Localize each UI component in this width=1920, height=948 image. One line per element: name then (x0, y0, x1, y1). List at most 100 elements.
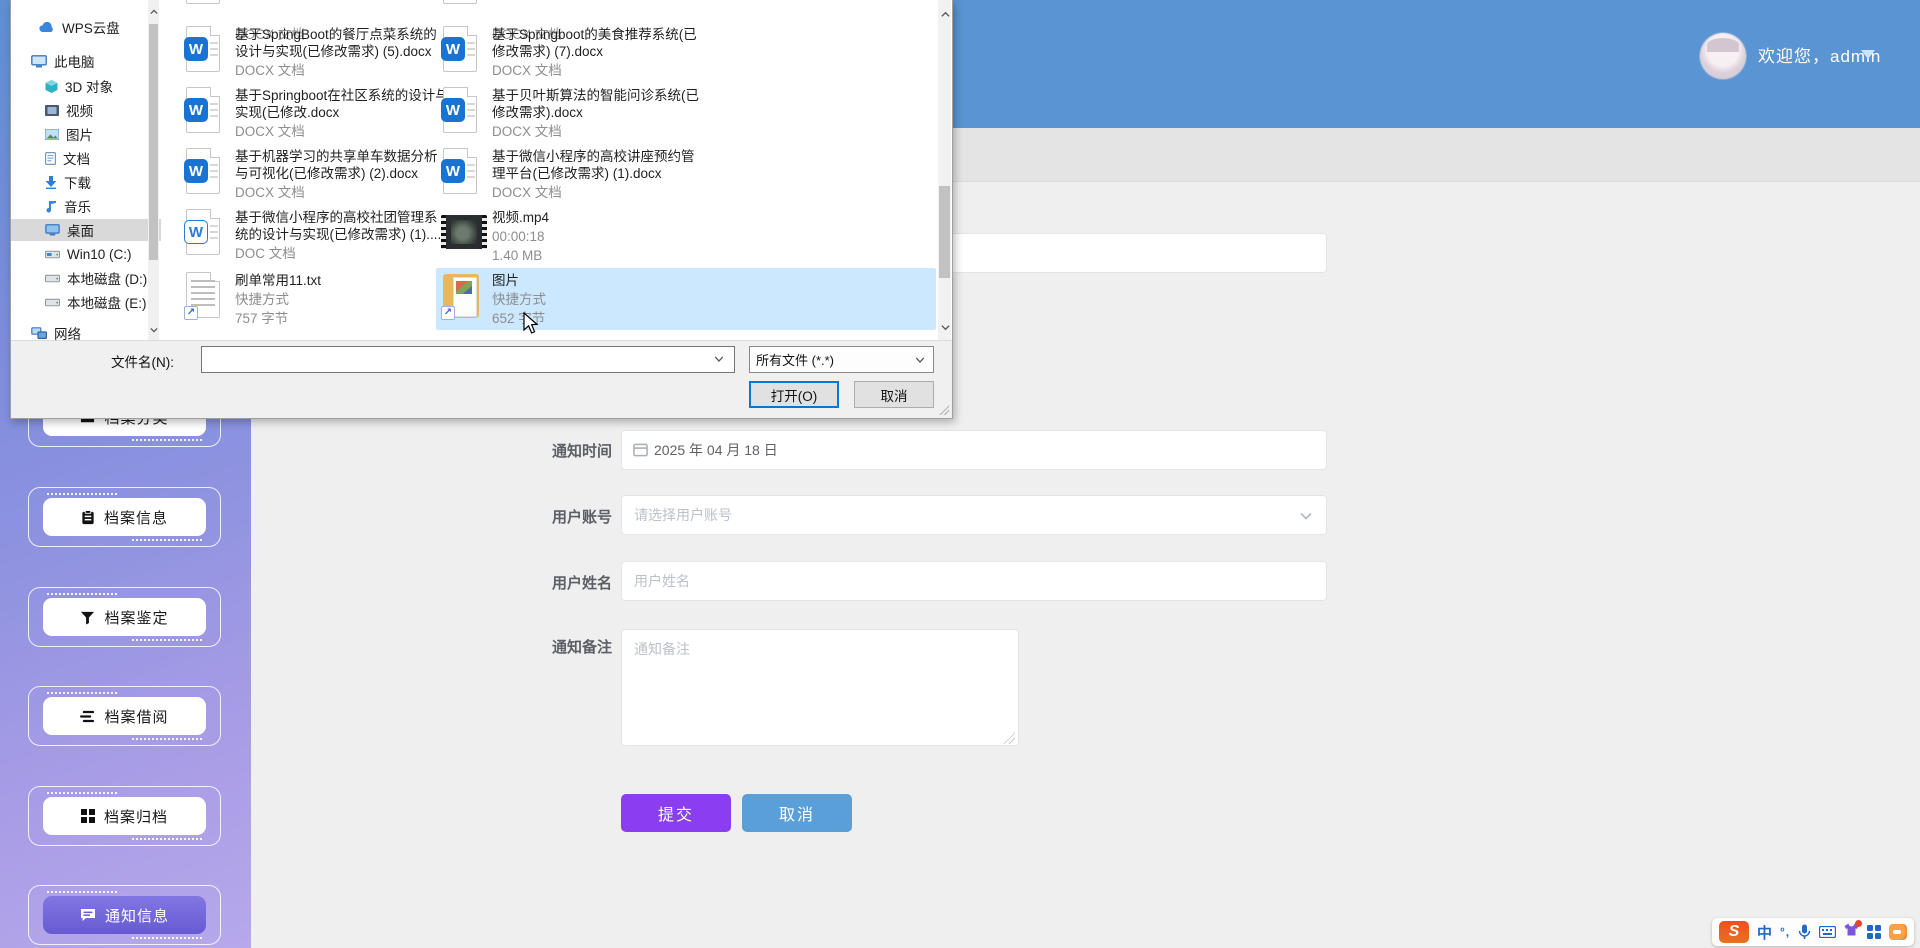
tree-item-this-pc[interactable]: 此电脑 (31, 50, 95, 72)
cube-icon (45, 79, 58, 93)
tree-item-label: 桌面 (67, 224, 94, 239)
sidebar-item-archive-filing[interactable]: 档案归档 (43, 797, 206, 835)
desktop-icon (45, 224, 60, 236)
scroll-down-icon[interactable] (940, 323, 950, 332)
tree-item-network[interactable]: 网络 (31, 322, 81, 341)
sidebar-item-archive-borrow[interactable]: 档案借阅 (43, 697, 206, 735)
keyboard-icon[interactable] (1819, 926, 1837, 938)
tree-item-label: 视频 (66, 104, 93, 119)
filetype-select[interactable]: 所有文件 (*.*) (749, 346, 934, 373)
video-thumbnail-icon (441, 209, 487, 257)
tree-scrollbar[interactable] (148, 0, 159, 341)
ime-mode-chinese[interactable]: 中 (1757, 922, 1772, 943)
network-icon (31, 327, 47, 339)
tree-item-music[interactable]: 音乐 (45, 195, 91, 217)
scrollbar-thumb[interactable] (939, 186, 950, 278)
sidebar-item-label: 档案信息 (103, 509, 168, 527)
file-type: DOCX 文档 (235, 124, 305, 139)
emoji-fox-icon[interactable] (1889, 924, 1907, 940)
file-item[interactable]: W 基于Springboot的美食推荐系统(已修改需求) (7).docx DO… (441, 26, 706, 79)
tree-item-label: 文档 (63, 152, 90, 167)
file-meta: 757 字节 (235, 311, 289, 326)
scroll-down-icon[interactable] (149, 326, 158, 334)
file-item[interactable]: W 基于微信小程序的高校讲座预约管理平台(已修改需求) (1).docx DOC… (441, 148, 706, 201)
remark-label: 通知备注 (551, 639, 612, 656)
ime-toolbar: S 中 °, (1712, 918, 1914, 946)
dialog-resize-grip[interactable] (938, 404, 949, 415)
chevron-down-icon[interactable] (714, 354, 724, 364)
file-title: 基于微信小程序的高校讲座预约管理平台(已修改需求) (1).docx (492, 149, 695, 181)
tree-item-drive-c[interactable]: Win10 (C:) (45, 243, 132, 265)
tree-item-label: 图片 (66, 128, 93, 143)
microphone-icon[interactable] (1798, 924, 1811, 940)
tree-item-3d-objects[interactable]: 3D 对象 (45, 75, 113, 97)
scroll-up-icon[interactable] (940, 10, 950, 19)
ime-punctuation[interactable]: °, (1780, 925, 1790, 939)
sidebar-item-archive-info[interactable]: 档案信息 (43, 498, 206, 536)
tree-item-videos[interactable]: 视频 (45, 99, 93, 121)
tree-item-pictures[interactable]: 图片 (45, 123, 93, 145)
sidebar-item-notice-info[interactable]: 通知信息 (43, 896, 206, 934)
folder-tree: WPS云盘 此电脑 3D 对象 视频 图片 文档 下载 音乐 桌面 Win10 … (11, 0, 161, 341)
file-title: 基于机器学习的共享单车数据分析与可视化(已修改需求) (2).docx (235, 149, 438, 181)
user-name-input[interactable] (621, 561, 1327, 601)
tree-item-desktop[interactable]: 桌面 (11, 219, 161, 241)
submit-button[interactable]: 提交 (621, 794, 731, 832)
open-button[interactable]: 打开(O) (749, 381, 839, 408)
sidebar-item-archive-appraisal[interactable]: 档案鉴定 (43, 598, 206, 636)
textarea-resize-grip[interactable] (1003, 732, 1015, 744)
file-item[interactable]: ↗ 刷单常用11.txt 快捷方式 757 字节 (184, 272, 449, 327)
tree-item-wps-cloud[interactable]: WPS云盘 (39, 16, 120, 38)
scroll-up-icon[interactable] (149, 8, 158, 16)
file-item[interactable]: W 基于贝叶斯算法的智能问诊系统(已修改需求).docx DOCX 文档 (441, 87, 706, 140)
word-doc-icon: W (441, 148, 481, 196)
tree-item-label: 下载 (64, 176, 91, 191)
shortcut-arrow-icon: ↗ (441, 306, 455, 320)
user-account-select[interactable] (621, 495, 1327, 535)
file-item[interactable]: 视频.mp4 00:00:18 1.40 MB (441, 209, 706, 264)
tree-item-documents[interactable]: 文档 (45, 147, 90, 169)
file-title: 基于贝叶斯算法的智能问诊系统(已修改需求).docx (492, 88, 699, 120)
film-icon (45, 104, 59, 116)
form-cancel-button[interactable]: 取消 (742, 794, 852, 832)
file-item[interactable]: W 基于机器学习的共享单车数据分析与可视化(已修改需求) (2).docx DO… (184, 148, 449, 201)
file-item-selected[interactable]: ↗ 图片 快捷方式 652 字节 (441, 272, 706, 327)
music-note-icon (46, 200, 56, 213)
avatar[interactable] (1700, 33, 1746, 79)
word-doc-icon: W (184, 148, 224, 196)
sidebar-item-label: 档案鉴定 (104, 609, 169, 627)
skin-shirt-icon[interactable] (1844, 920, 1863, 941)
scrollbar-thumb[interactable] (149, 24, 158, 260)
file-type: DOCX 文档 (492, 185, 562, 200)
file-list: DOCX 文档 DOCX 文档 W 基于SpringBoot的餐厅点菜系统的设计… (166, 0, 937, 341)
word-doc-icon: W (184, 26, 224, 74)
dialog-cancel-button[interactable]: 取消 (854, 381, 934, 408)
notice-time-field[interactable]: 2025 年 04 月 18 日 (621, 430, 1327, 470)
toolbox-grid-icon[interactable] (1867, 925, 1882, 939)
word-doc-icon: W (441, 26, 481, 74)
remark-textarea[interactable] (621, 629, 1019, 746)
tree-item-downloads[interactable]: 下载 (45, 171, 91, 193)
grid-icon (80, 809, 95, 823)
filename-input[interactable] (201, 346, 735, 373)
tree-item-drive-d[interactable]: 本地磁盘 (D:) (45, 267, 147, 289)
file-type: DOCX 文档 (235, 185, 305, 200)
file-title: 基于Springboot的美食推荐系统(已修改需求) (7).docx (492, 27, 697, 59)
sogou-logo-icon[interactable]: S (1719, 921, 1749, 943)
list-icon (80, 710, 95, 722)
file-type: DOCX 文档 (235, 63, 305, 78)
file-item[interactable]: W 基于微信小程序的高校社团管理系统的设计与实现(已修改需求) (1).... … (184, 209, 449, 262)
file-type: DOCX 文档 (492, 63, 562, 78)
word-doc-icon: W (184, 209, 224, 257)
file-item[interactable]: W 基于SpringBoot的餐厅点菜系统的设计与实现(已修改需求) (5).d… (184, 26, 449, 79)
file-title: 视频.mp4 (492, 210, 550, 225)
chevron-down-icon (1300, 512, 1312, 520)
text-file-icon: ↗ (184, 272, 224, 320)
file-item[interactable]: W 基于Springboot在社区系统的设计与实现(已修改.docx DOCX … (184, 87, 449, 140)
screen: 档案分类 档案信息 档案鉴定 档案借阅 (0, 0, 1920, 948)
file-title: 图片 (492, 273, 519, 288)
file-open-dialog: WPS云盘 此电脑 3D 对象 视频 图片 文档 下载 音乐 桌面 Win10 … (10, 0, 953, 419)
chevron-down-icon[interactable] (1861, 50, 1875, 59)
tree-item-drive-e[interactable]: 本地磁盘 (E:) (45, 291, 147, 313)
list-scrollbar[interactable] (938, 0, 951, 341)
